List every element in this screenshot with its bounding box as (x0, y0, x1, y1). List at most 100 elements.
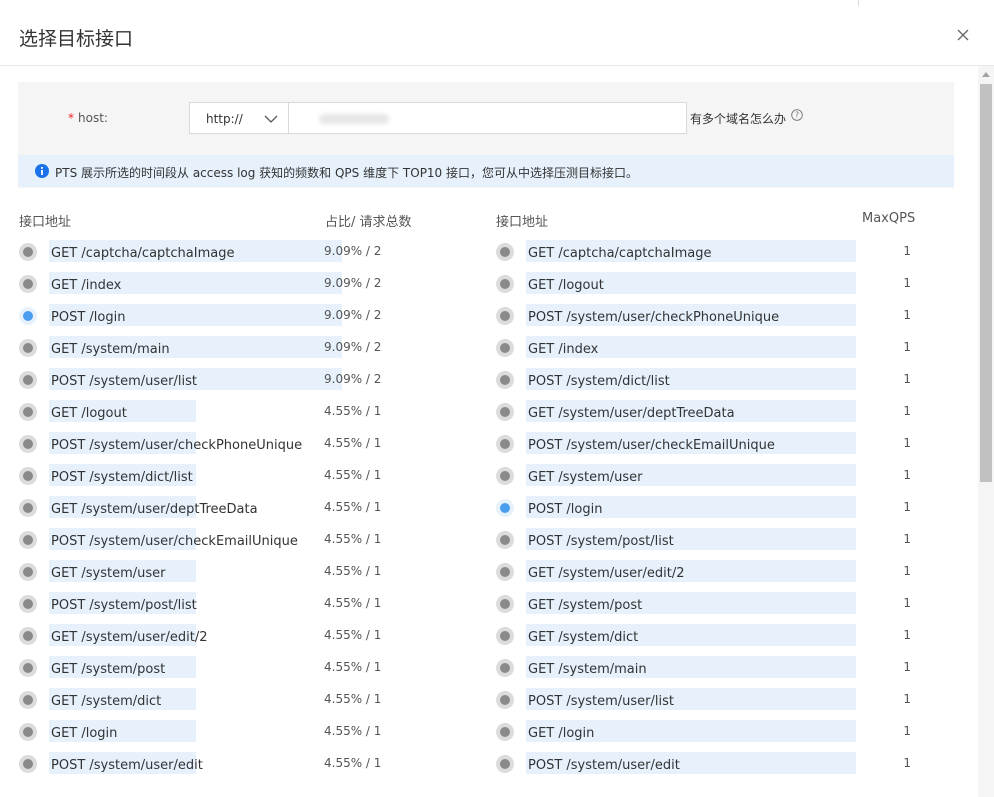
protocol-value: http:// (206, 112, 243, 126)
radio-button[interactable] (496, 531, 514, 549)
close-button[interactable] (952, 24, 974, 46)
radio-button[interactable] (19, 499, 37, 517)
left-col-endpoint-header: 接口地址 (19, 215, 72, 230)
radio-button[interactable] (496, 659, 514, 677)
endpoint-row[interactable]: POST /system/post/list 4.55% / 1 (19, 592, 489, 624)
endpoint-label: POST /system/user/checkPhoneUnique (51, 438, 303, 453)
radio-button[interactable] (496, 339, 514, 357)
radio-button[interactable] (19, 691, 37, 709)
endpoint-row[interactable]: GET /logout 4.55% / 1 (19, 400, 489, 432)
radio-button[interactable] (19, 723, 37, 741)
radio-button[interactable] (496, 275, 514, 293)
left-col-share-header: 占比/ 请求总数 (325, 215, 412, 230)
radio-button[interactable] (496, 755, 514, 773)
multi-domain-help-link[interactable]: 有多个域名怎么办 (690, 110, 786, 127)
endpoint-label: POST /system/post/list (51, 598, 197, 613)
max-qps-value: 1 (903, 724, 911, 738)
endpoint-row[interactable]: POST /system/user/checkEmailUnique 1 (496, 432, 966, 464)
endpoint-row[interactable]: GET /system/main 9.09% / 2 (19, 336, 489, 368)
endpoint-row[interactable]: POST /system/user/checkEmailUnique 4.55% … (19, 528, 489, 560)
radio-button[interactable] (19, 531, 37, 549)
radio-button[interactable] (496, 467, 514, 485)
endpoint-row[interactable]: GET /system/post 4.55% / 1 (19, 656, 489, 688)
question-circle-icon[interactable]: ? (791, 109, 803, 121)
protocol-select[interactable]: http:// (189, 102, 289, 134)
endpoint-label: GET /index (528, 342, 599, 357)
radio-button[interactable] (19, 307, 37, 325)
endpoint-label: GET /captcha/captchaImage (528, 246, 712, 261)
max-qps-value: 1 (903, 404, 911, 418)
share-count: 9.09% / 2 (324, 308, 382, 322)
share-count: 9.09% / 2 (324, 340, 382, 354)
scroll-up-button[interactable] (978, 66, 994, 82)
radio-button[interactable] (19, 627, 37, 645)
dialog-scrollbar[interactable] (978, 66, 994, 797)
endpoint-row[interactable]: GET /index 1 (496, 336, 966, 368)
endpoint-row[interactable]: GET /system/dict 1 (496, 624, 966, 656)
host-input[interactable] (289, 102, 687, 134)
radio-button[interactable] (496, 691, 514, 709)
radio-button[interactable] (19, 755, 37, 773)
redacted-host-text (319, 114, 389, 124)
endpoint-row[interactable]: POST /system/dict/list 4.55% / 1 (19, 464, 489, 496)
radio-button[interactable] (496, 403, 514, 421)
endpoint-row[interactable]: GET /system/user/edit/2 4.55% / 1 (19, 624, 489, 656)
radio-button[interactable] (496, 243, 514, 261)
endpoint-row[interactable]: GET /login 1 (496, 720, 966, 752)
right-col-maxqps-header: MaxQPS (862, 211, 916, 226)
radio-button[interactable] (19, 275, 37, 293)
radio-button[interactable] (19, 595, 37, 613)
endpoint-row[interactable]: GET /system/user 1 (496, 464, 966, 496)
endpoint-label: POST /login (528, 502, 603, 517)
share-count: 4.55% / 1 (324, 532, 382, 546)
endpoint-row[interactable]: GET /system/post 1 (496, 592, 966, 624)
scroll-thumb[interactable] (980, 84, 992, 482)
radio-button[interactable] (19, 339, 37, 357)
endpoint-row[interactable]: GET /system/user 4.55% / 1 (19, 560, 489, 592)
endpoint-row[interactable]: POST /system/dict/list 1 (496, 368, 966, 400)
radio-button[interactable] (496, 499, 514, 517)
endpoint-row[interactable]: GET /login 4.55% / 1 (19, 720, 489, 752)
endpoint-row[interactable]: POST /system/user/edit 1 (496, 752, 966, 784)
endpoint-row[interactable]: POST /login 9.09% / 2 (19, 304, 489, 336)
endpoint-row[interactable]: POST /system/post/list 1 (496, 528, 966, 560)
endpoint-row[interactable]: POST /system/user/list 1 (496, 688, 966, 720)
max-qps-value: 1 (903, 276, 911, 290)
radio-button[interactable] (19, 243, 37, 261)
share-count: 9.09% / 2 (324, 276, 382, 290)
endpoint-label: POST /login (51, 310, 126, 325)
endpoint-row[interactable]: GET /system/main 1 (496, 656, 966, 688)
endpoint-row[interactable]: GET /system/user/deptTreeData 1 (496, 400, 966, 432)
endpoint-row[interactable]: GET /system/user/edit/2 1 (496, 560, 966, 592)
endpoint-row[interactable]: GET /index 9.09% / 2 (19, 272, 489, 304)
radio-button[interactable] (19, 659, 37, 677)
endpoint-row[interactable]: POST /system/user/checkPhoneUnique 4.55% … (19, 432, 489, 464)
endpoint-row[interactable]: GET /captcha/captchaImage 1 (496, 240, 966, 272)
radio-button[interactable] (496, 595, 514, 613)
radio-button[interactable] (496, 307, 514, 325)
share-count: 4.55% / 1 (324, 564, 382, 578)
endpoint-row[interactable]: POST /login 1 (496, 496, 966, 528)
endpoint-label: POST /system/post/list (528, 534, 674, 549)
endpoint-row[interactable]: POST /system/user/list 9.09% / 2 (19, 368, 489, 400)
endpoint-row[interactable]: GET /captcha/captchaImage 9.09% / 2 (19, 240, 489, 272)
endpoint-label: GET /system/main (528, 662, 647, 677)
endpoint-row[interactable]: GET /system/user/deptTreeData 4.55% / 1 (19, 496, 489, 528)
radio-button[interactable] (496, 723, 514, 741)
endpoint-row[interactable]: POST /system/user/checkPhoneUnique 1 (496, 304, 966, 336)
endpoint-row[interactable]: GET /system/dict 4.55% / 1 (19, 688, 489, 720)
radio-button[interactable] (19, 371, 37, 389)
endpoint-label: POST /system/user/checkPhoneUnique (528, 310, 780, 325)
share-count: 4.55% / 1 (324, 436, 382, 450)
radio-button[interactable] (496, 435, 514, 453)
radio-button[interactable] (19, 467, 37, 485)
endpoint-row[interactable]: GET /logout 1 (496, 272, 966, 304)
radio-button[interactable] (496, 627, 514, 645)
radio-button[interactable] (19, 435, 37, 453)
radio-button[interactable] (19, 403, 37, 421)
radio-button[interactable] (496, 563, 514, 581)
share-count: 4.55% / 1 (324, 468, 382, 482)
radio-button[interactable] (496, 371, 514, 389)
radio-button[interactable] (19, 563, 37, 581)
endpoint-row[interactable]: POST /system/user/edit 4.55% / 1 (19, 752, 489, 784)
